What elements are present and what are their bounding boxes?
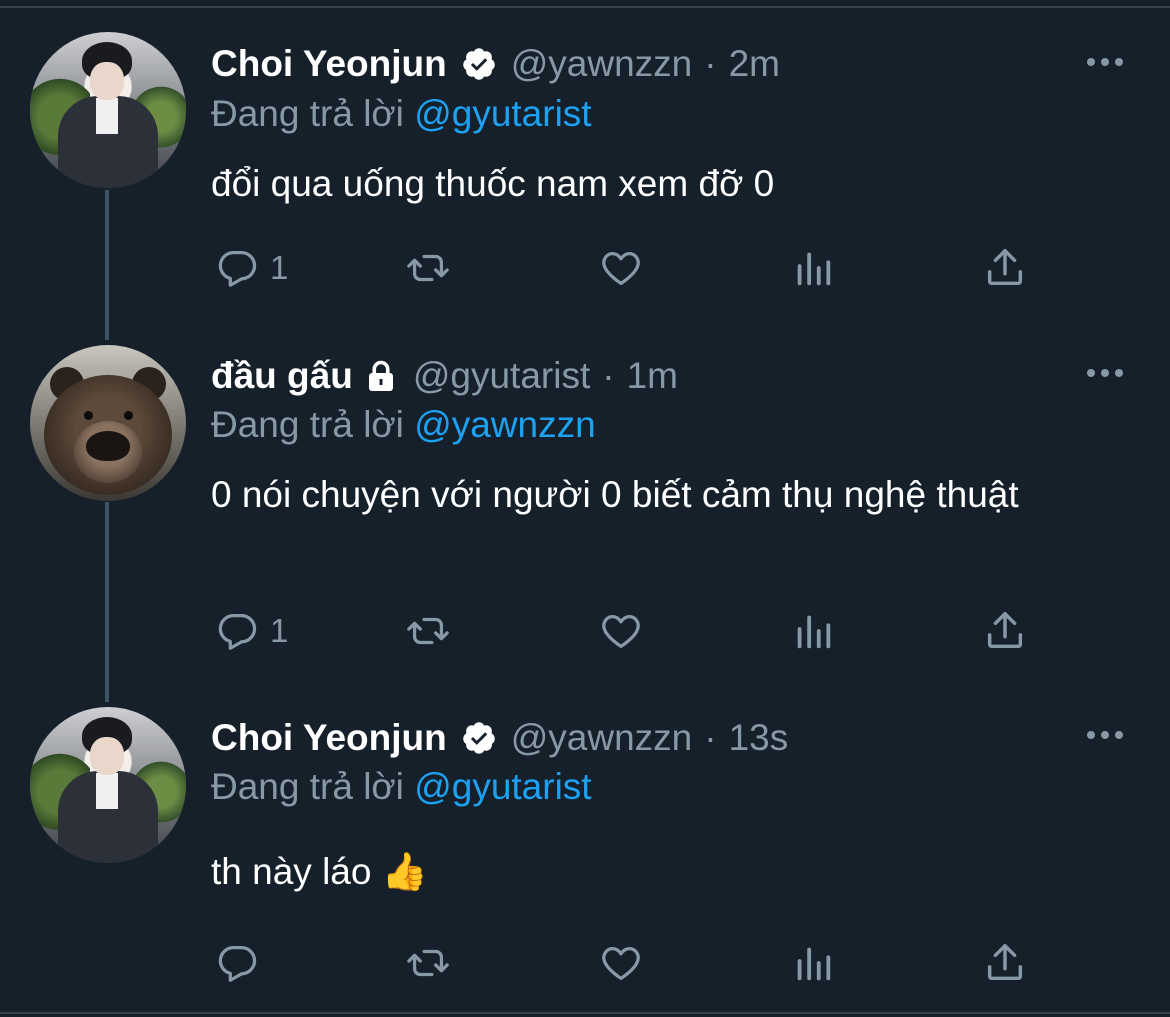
separator: · xyxy=(704,717,717,758)
tweet-header: Choi Yeonjun @yawnzzn · 13s xyxy=(211,716,788,760)
author-handle[interactable]: @yawnzzn xyxy=(511,717,693,759)
replying-label: Đang trả lời xyxy=(211,766,404,807)
analytics-button[interactable] xyxy=(790,940,836,986)
tweet-text: th này láo 👍 xyxy=(211,851,428,892)
share-button[interactable] xyxy=(982,940,1028,986)
reply-icon xyxy=(218,946,257,982)
tweet[interactable]: Choi Yeonjun @yawnzzn · 13s Đang trả lời… xyxy=(0,0,1170,1010)
bottom-divider xyxy=(0,1012,1170,1014)
mention-link[interactable]: @gyutarist xyxy=(414,766,591,807)
reply-button[interactable] xyxy=(214,940,270,986)
heart-icon xyxy=(602,946,640,980)
verified-badge-icon xyxy=(461,720,497,756)
author-name[interactable]: Choi Yeonjun xyxy=(211,717,447,759)
like-button[interactable] xyxy=(598,940,644,986)
share-icon xyxy=(987,944,1023,981)
retweet-icon xyxy=(407,949,449,977)
retweet-button[interactable] xyxy=(405,940,451,986)
replying-to: Đang trả lời @gyutarist xyxy=(211,766,592,808)
action-bar xyxy=(0,940,1170,990)
analytics-icon xyxy=(797,947,831,981)
timestamp[interactable]: 13s xyxy=(729,717,789,759)
avatar[interactable] xyxy=(30,707,186,863)
more-icon[interactable] xyxy=(1087,728,1127,742)
